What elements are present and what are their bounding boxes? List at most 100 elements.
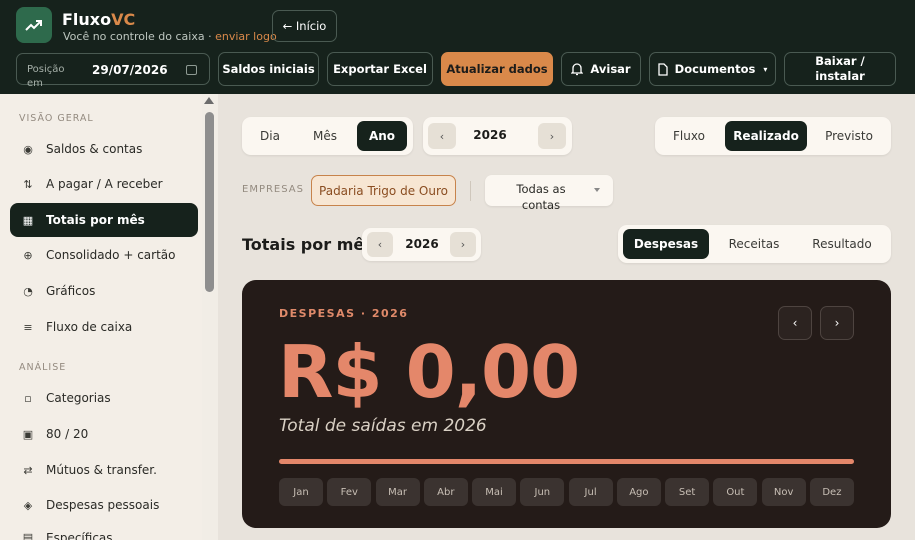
doc-icon: ▤ xyxy=(22,531,34,540)
view-realizado[interactable]: Realizado xyxy=(725,121,807,151)
month-button[interactable]: Nov xyxy=(761,478,806,506)
month-button[interactable]: Abr xyxy=(423,478,468,506)
month-button[interactable]: Jun xyxy=(520,478,565,506)
month-button[interactable]: Dez xyxy=(809,478,854,506)
position-date-value[interactable]: 29/07/2026 xyxy=(92,63,168,77)
accounts-select[interactable]: Todas as contas xyxy=(485,175,613,212)
sidebar-item-label: Categorias xyxy=(46,391,111,405)
month-button[interactable]: Mar xyxy=(375,478,420,506)
card-label: DESPESAS · 2026 xyxy=(279,307,409,320)
tab-despesas[interactable]: Despesas xyxy=(623,229,709,259)
scroll-up-arrow[interactable] xyxy=(204,97,214,104)
app-logo[interactable] xyxy=(16,7,52,43)
list-icon: ≡ xyxy=(23,320,33,334)
install-button[interactable]: Baixar / instalar xyxy=(784,52,896,86)
export-excel-button[interactable]: Exportar Excel xyxy=(327,52,433,86)
progress-bar xyxy=(279,459,854,464)
month-button[interactable]: Out xyxy=(713,478,758,506)
position-label: Posição em xyxy=(27,64,65,89)
view-fluxo[interactable]: Fluxo xyxy=(664,121,714,151)
sidebar-item-label: Consolidado + cartão xyxy=(46,248,176,262)
section-analysis: ANÁLISE xyxy=(19,362,67,373)
card-prev-button[interactable]: ‹ xyxy=(778,306,812,340)
period-month[interactable]: Mês xyxy=(300,121,350,151)
diamond-icon: ◈ xyxy=(23,498,33,512)
section-title: Totais por mês xyxy=(242,235,374,254)
year-next-button[interactable]: › xyxy=(538,123,566,149)
position-date-field[interactable]: Posição em 29/07/2026 xyxy=(16,53,210,89)
sidebar-item-8020[interactable]: ▣ 80 / 20 xyxy=(10,417,198,451)
sidebar-item-label: Totais por mês xyxy=(46,213,145,227)
square-icon: ▫ xyxy=(24,391,32,405)
sidebar-item-label: Fluxo de caixa xyxy=(46,320,133,334)
sidebar-item-fluxo[interactable]: ≡ Fluxo de caixa xyxy=(10,310,198,344)
year-value: 2026 xyxy=(473,128,507,142)
notify-button[interactable]: Avisar xyxy=(561,52,641,86)
sidebar-item-especificas[interactable]: ▤ Específicas xyxy=(10,523,198,540)
card-next-button[interactable]: › xyxy=(820,306,854,340)
chevron-down-icon xyxy=(594,188,600,192)
card-subtitle: Total de saídas em 2026 xyxy=(279,416,487,436)
scrollbar-thumb[interactable] xyxy=(205,112,214,292)
app-root: FluxoVC Você no controle do caixa · envi… xyxy=(0,0,915,540)
view-previsto[interactable]: Previsto xyxy=(816,121,882,151)
target-icon: ◉ xyxy=(23,142,33,156)
sidebar-item-categorias[interactable]: ▫ Categorias xyxy=(10,381,198,415)
company-chip[interactable]: Padaria Trigo de Ouro xyxy=(311,175,456,206)
sidebar-item-totais[interactable]: ▦ Totais por mês xyxy=(10,203,198,237)
month-button[interactable]: Set xyxy=(665,478,710,506)
sidebar-item-label: Despesas pessoais xyxy=(46,498,160,512)
document-icon xyxy=(658,62,668,76)
year-prev-button[interactable]: ‹ xyxy=(428,123,456,149)
grid-icon: ▦ xyxy=(22,213,34,227)
sidebar-item-label: Saldos & contas xyxy=(46,142,143,156)
totals-year-prev[interactable]: ‹ xyxy=(367,232,393,257)
initial-balances-button[interactable]: Saldos iniciais xyxy=(218,52,319,86)
sidebar-item-label: Gráficos xyxy=(46,284,96,298)
accounts-select-value: Todas as contas xyxy=(516,182,566,212)
expenses-card: DESPESAS · 2026 ‹ › R$ 0,00 Total de saí… xyxy=(242,280,891,528)
sidebar-item-mutuos[interactable]: ⇄ Mútuos & transfer. xyxy=(10,453,198,487)
home-button[interactable]: ← Início xyxy=(272,10,337,42)
section-overview: VISÃO GERAL xyxy=(19,113,94,124)
sidebar-item-consolidado[interactable]: ⊕ Consolidado + cartão xyxy=(10,238,198,272)
updown-arrows-icon: ⇅ xyxy=(23,177,33,191)
tagline: Você no controle do caixa · enviar logo xyxy=(63,30,277,43)
sidebar-item-label: Mútuos & transfer. xyxy=(46,463,157,477)
total-amount: R$ 0,00 xyxy=(278,330,580,414)
progress-fill xyxy=(279,459,854,464)
bell-icon xyxy=(571,62,584,75)
totals-year-next[interactable]: › xyxy=(450,232,476,257)
companies-label: EMPRESAS xyxy=(242,184,304,195)
pie-icon: ◔ xyxy=(23,284,33,298)
period-year[interactable]: Ano xyxy=(357,121,407,151)
month-button[interactable]: Jan xyxy=(279,478,323,506)
sidebar-item-graficos[interactable]: ◔ Gráficos xyxy=(10,274,198,308)
month-button[interactable]: Fev xyxy=(327,478,372,506)
sidebar-item-pessoais[interactable]: ◈ Despesas pessoais xyxy=(10,488,198,522)
documents-label: Documentos xyxy=(674,62,756,76)
period-day[interactable]: Dia xyxy=(248,121,292,151)
globe-icon: ⊕ xyxy=(23,248,33,262)
calendar-icon: ▣ xyxy=(22,427,34,441)
filter-divider xyxy=(470,181,471,201)
month-buttons: Jan Fev Mar Abr Mai Jun Jul Ago Set Out Nov Dez xyxy=(279,478,854,506)
month-button[interactable]: Ago xyxy=(616,478,661,506)
month-button[interactable]: Mai xyxy=(472,478,517,506)
sidebar-item-label: 80 / 20 xyxy=(46,427,89,441)
sidebar-item-pagar-receber[interactable]: ⇅ A pagar / A receber xyxy=(10,167,198,201)
brand-name: FluxoVC xyxy=(62,10,136,29)
sidebar-item-saldos[interactable]: ◉ Saldos & contas xyxy=(10,132,198,166)
month-button[interactable]: Jul xyxy=(568,478,613,506)
tab-resultado[interactable]: Resultado xyxy=(800,229,884,259)
trend-up-icon xyxy=(25,20,42,31)
refresh-data-button[interactable]: Atualizar dados xyxy=(441,52,553,86)
upload-logo-link[interactable]: enviar logo xyxy=(215,30,277,43)
sidebar-item-label: A pagar / A receber xyxy=(46,177,163,191)
sidebar-item-label: Específicas xyxy=(46,531,113,540)
totals-year-value: 2026 xyxy=(405,237,439,251)
tab-receitas[interactable]: Receitas xyxy=(715,229,793,259)
documents-button[interactable]: Documentos ▾ xyxy=(649,52,776,86)
calendar-icon[interactable] xyxy=(186,65,197,75)
notify-label: Avisar xyxy=(590,62,631,76)
